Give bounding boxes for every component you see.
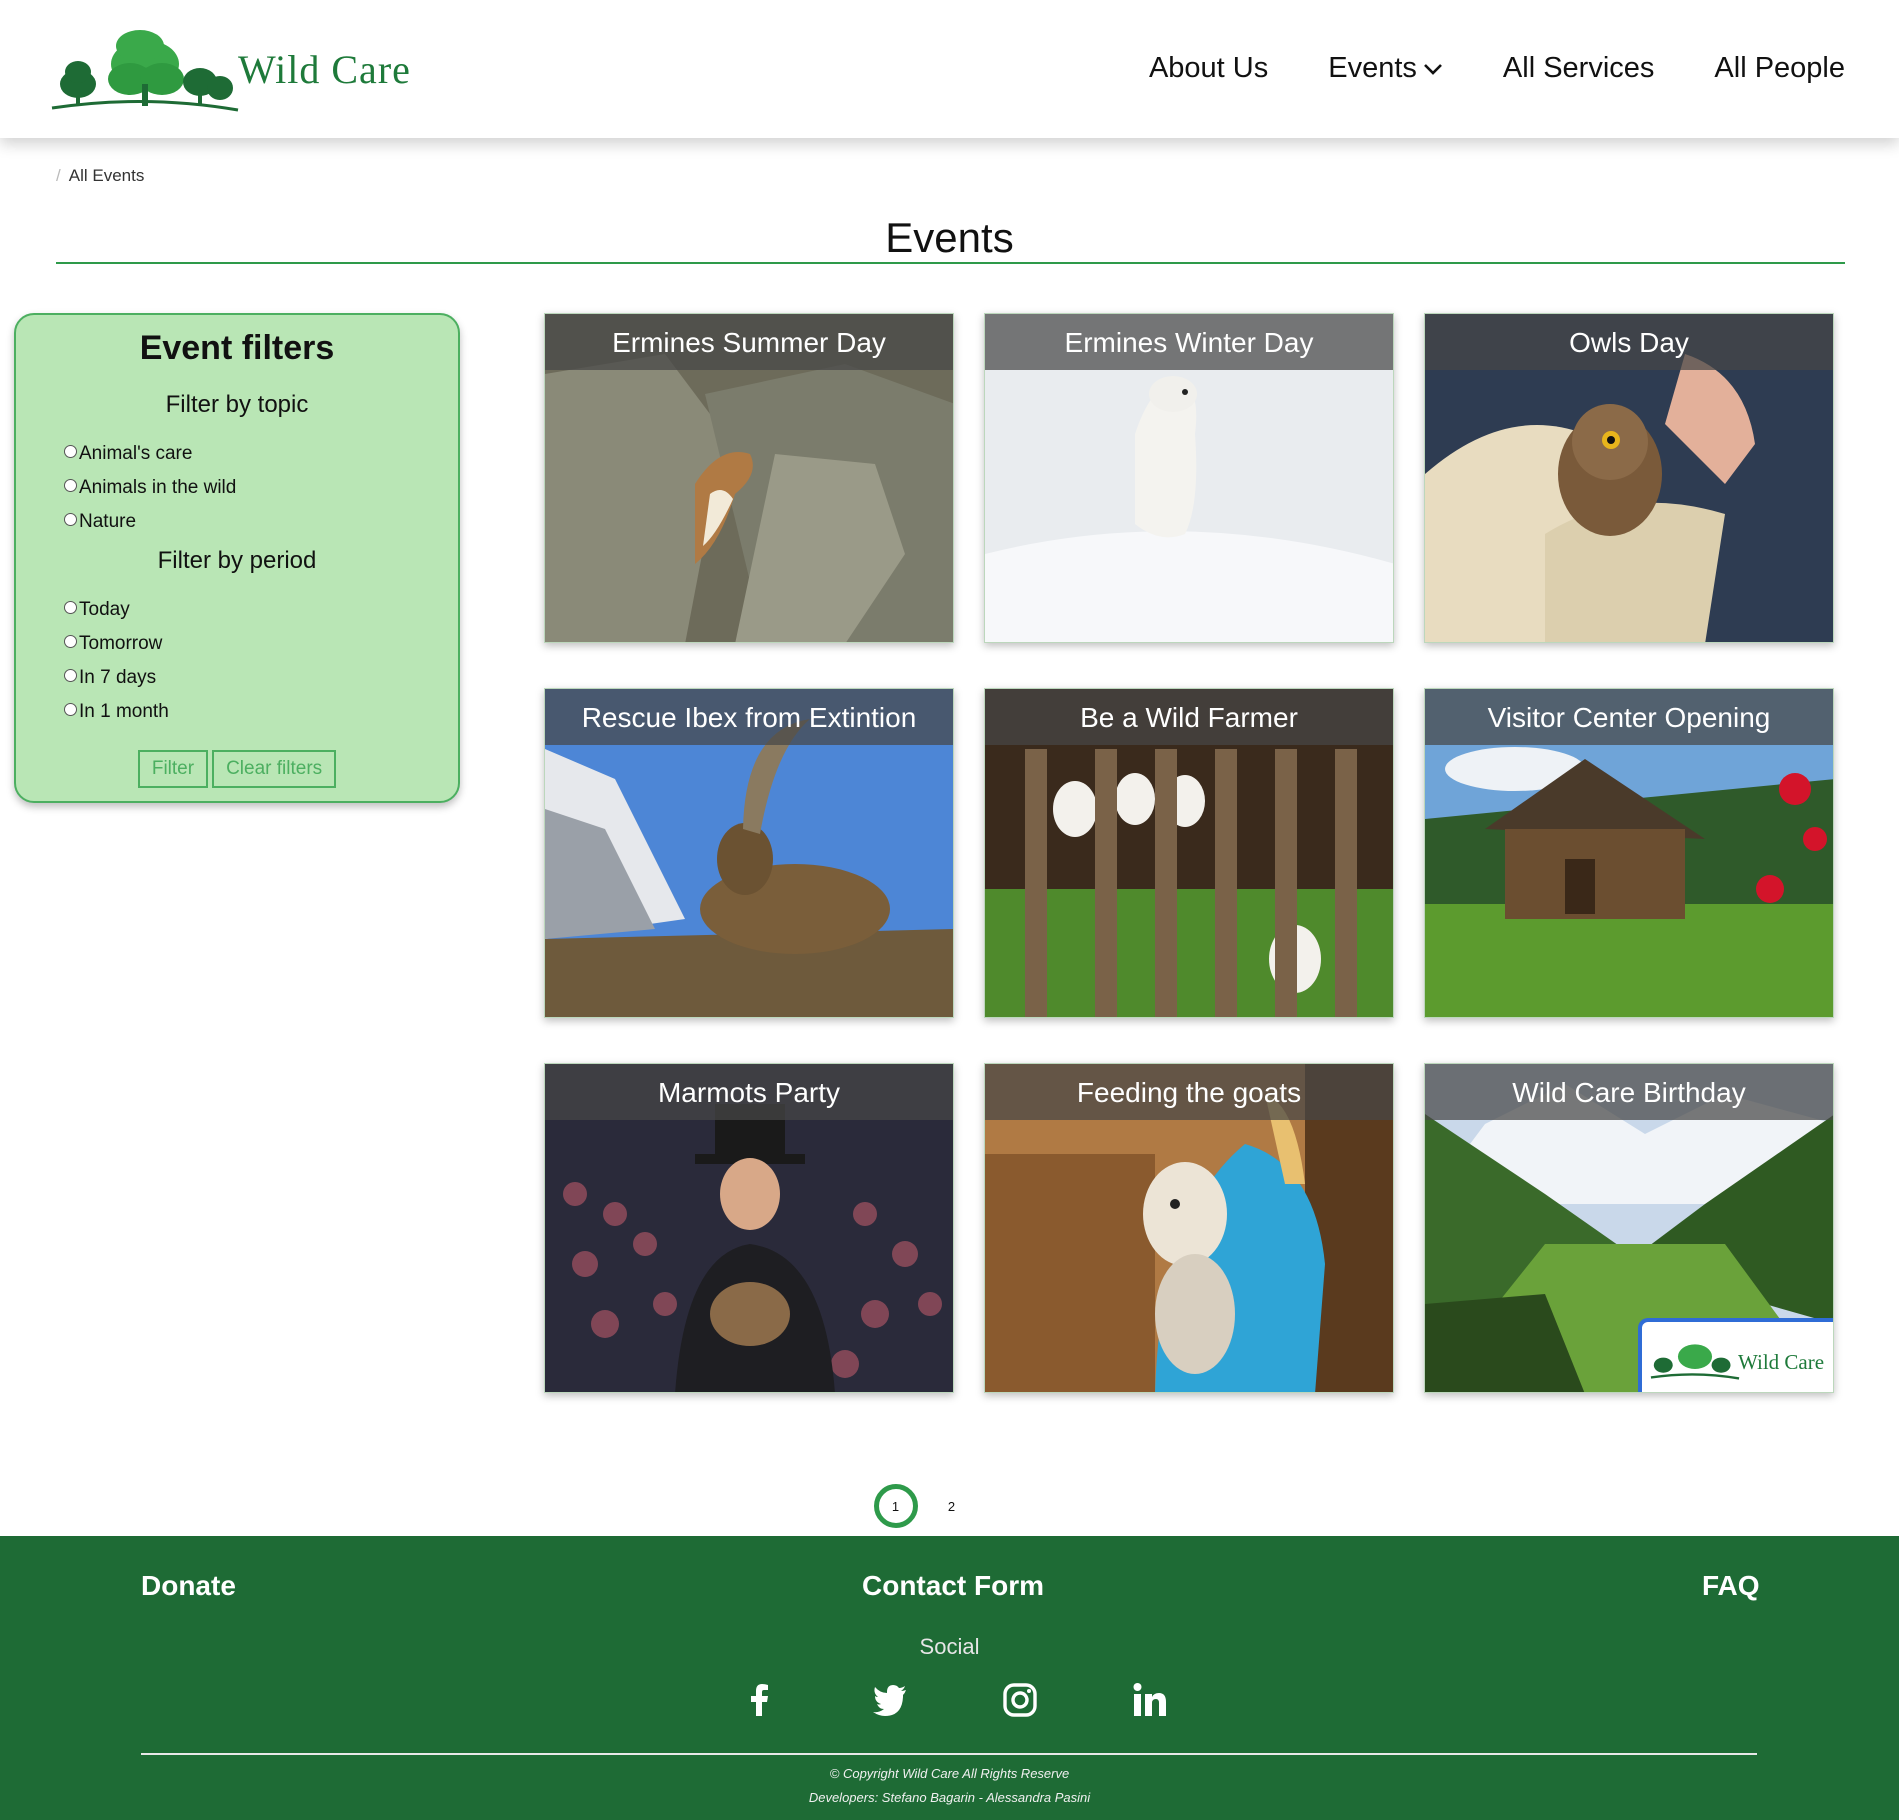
event-card[interactable]: Owls Day	[1424, 313, 1834, 643]
event-card[interactable]: Feeding the goats	[984, 1063, 1394, 1393]
linkedin-icon[interactable]	[1132, 1682, 1168, 1718]
topic-filter-heading: Filter by topic	[165, 391, 309, 418]
main-nav: About Us Events All Services All People	[1149, 52, 1845, 85]
filter-button[interactable]: Filter	[137, 750, 209, 788]
nav-all-people-label: All People	[1714, 52, 1845, 84]
radio-button[interactable]	[64, 668, 77, 682]
event-title: Be a Wild Farmer	[985, 689, 1393, 745]
period-filter-heading: Filter by period	[157, 547, 317, 574]
event-filters-panel: Event filters Filter by topic Animal's c…	[14, 313, 460, 803]
page-1-button[interactable]: 1	[873, 1484, 918, 1528]
event-title: Marmots Party	[545, 1064, 953, 1120]
donate-link[interactable]: Donate	[141, 1570, 236, 1602]
event-title: Ermines Winter Day	[985, 314, 1393, 370]
event-title: Visitor Center Opening	[1425, 689, 1833, 745]
site-logo[interactable]: Wild Care	[50, 24, 430, 114]
event-title: Ermines Summer Day	[545, 314, 953, 370]
topic-option-animals-wild[interactable]: Animals in the wild	[64, 477, 236, 499]
trees-logo-icon	[1650, 1344, 1740, 1380]
event-title: Wild Care Birthday	[1425, 1064, 1833, 1120]
brand-name: Wild Care	[238, 47, 411, 92]
radio-button[interactable]	[64, 444, 77, 458]
event-card[interactable]: Visitor Center Opening	[1424, 688, 1834, 1018]
event-title: Owls Day	[1425, 314, 1833, 370]
facebook-icon[interactable]	[742, 1682, 778, 1718]
topic-option-label: Animals in the wild	[79, 477, 237, 498]
radio-button[interactable]	[64, 702, 77, 716]
nav-events[interactable]: Events	[1328, 52, 1443, 85]
period-option-label: Today	[79, 599, 130, 620]
nav-about-us-label: About Us	[1148, 52, 1269, 84]
period-option-7-days[interactable]: In 7 days	[64, 667, 156, 689]
period-option-1-month[interactable]: In 1 month	[64, 701, 169, 723]
event-title: Rescue Ibex from Extintion	[545, 689, 953, 745]
topic-option-label: Nature	[79, 511, 137, 532]
pagination: 1 2	[0, 1484, 1899, 1528]
developers-text: Developers: Stefano Bagarin - Alessandra…	[808, 1790, 1091, 1805]
event-card[interactable]: Wild Care Birthday Wild Care	[1424, 1063, 1834, 1393]
nav-events-label: Events	[1328, 52, 1417, 84]
event-title: Feeding the goats	[985, 1064, 1393, 1120]
event-card[interactable]: Ermines Winter Day	[984, 313, 1394, 643]
nav-all-services-label: All Services	[1502, 52, 1655, 84]
period-option-label: In 7 days	[79, 667, 157, 688]
event-card[interactable]: Marmots Party	[544, 1063, 954, 1393]
nav-all-people[interactable]: All People	[1714, 52, 1845, 85]
twitter-icon[interactable]	[872, 1682, 908, 1718]
event-card[interactable]: Rescue Ibex from Extintion	[544, 688, 954, 1018]
breadcrumb: / All Events	[56, 166, 144, 186]
period-option-label: In 1 month	[79, 701, 169, 722]
breadcrumb-separator: /	[56, 166, 61, 185]
topic-option-label: Animal's care	[79, 443, 193, 464]
event-card[interactable]: Ermines Summer Day	[544, 313, 954, 643]
chevron-down-icon	[1423, 63, 1442, 75]
footer-divider	[141, 1753, 1757, 1755]
period-option-label: Tomorrow	[79, 633, 163, 654]
copyright-text: © Copyright Wild Care All Rights Reserve	[829, 1766, 1070, 1781]
radio-button[interactable]	[64, 478, 77, 492]
radio-button[interactable]	[64, 634, 77, 648]
wild-care-badge: Wild Care	[1638, 1318, 1833, 1392]
radio-button[interactable]	[64, 512, 77, 526]
filters-title: Event filters	[139, 329, 335, 367]
topic-option-nature[interactable]: Nature	[64, 511, 136, 533]
breadcrumb-current[interactable]: All Events	[69, 166, 145, 185]
clear-filters-button[interactable]: Clear filters	[212, 750, 337, 788]
page-2-button[interactable]: 2	[930, 1484, 974, 1528]
social-label: Social	[919, 1634, 980, 1659]
period-option-tomorrow[interactable]: Tomorrow	[64, 633, 162, 655]
social-icons	[742, 1682, 1168, 1718]
title-divider	[56, 262, 1845, 264]
badge-brand-name: Wild Care	[1738, 1350, 1825, 1374]
radio-button[interactable]	[64, 600, 77, 614]
trees-logo-icon	[51, 30, 239, 112]
faq-link[interactable]: FAQ	[1702, 1570, 1760, 1602]
instagram-icon[interactable]	[1002, 1682, 1038, 1718]
nav-all-services[interactable]: All Services	[1503, 52, 1655, 85]
contact-form-link[interactable]: Contact Form	[862, 1570, 1044, 1602]
period-option-today[interactable]: Today	[64, 599, 130, 621]
topic-option-animals-care[interactable]: Animal's care	[64, 443, 192, 465]
site-footer: Donate Contact Form FAQ Social © Copyrig…	[0, 1536, 1899, 1820]
site-header: Wild Care About Us Events All Services A…	[0, 0, 1899, 138]
filter-actions: Filter Clear filters	[16, 750, 458, 788]
event-card[interactable]: Be a Wild Farmer	[984, 688, 1394, 1018]
page-title: Events	[885, 214, 1014, 261]
nav-about-us[interactable]: About Us	[1149, 52, 1268, 85]
